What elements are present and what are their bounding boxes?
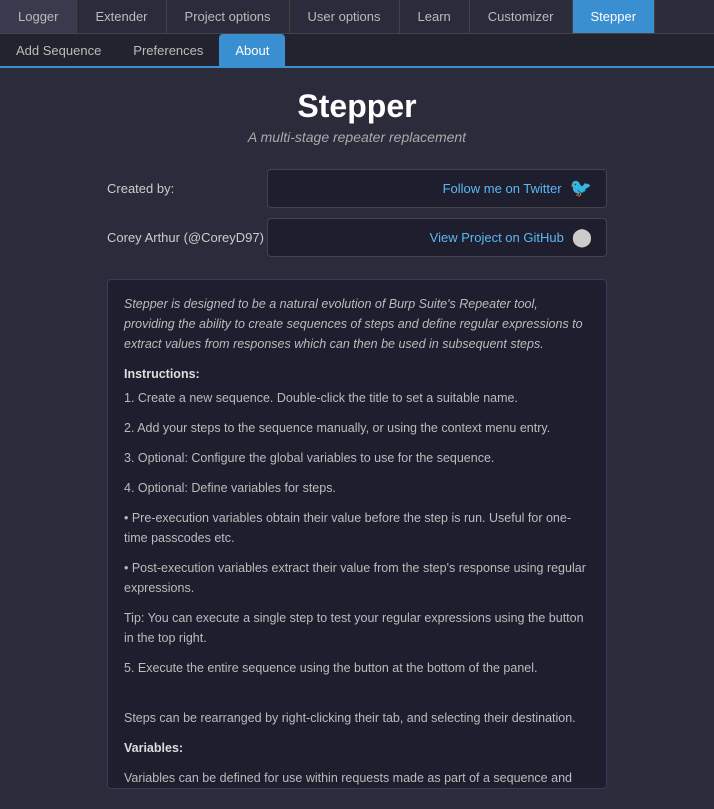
instructions-header: Instructions: bbox=[124, 364, 590, 384]
variables-header: Variables: bbox=[124, 741, 183, 755]
twitter-button-label: Follow me on Twitter bbox=[443, 181, 562, 196]
github-button[interactable]: View Project on GitHub ⬤ bbox=[267, 218, 607, 257]
nav-user-options[interactable]: User options bbox=[290, 0, 400, 33]
instruction-3: 3. Optional: Configure the global variab… bbox=[124, 448, 590, 468]
subnav-preferences[interactable]: Preferences bbox=[117, 34, 219, 66]
instruction-2: 2. Add your steps to the sequence manual… bbox=[124, 418, 590, 438]
nav-stepper[interactable]: Stepper bbox=[573, 0, 656, 33]
nav-learn[interactable]: Learn bbox=[400, 0, 470, 33]
sub-navigation: Add Sequence Preferences About bbox=[0, 34, 714, 68]
nav-project-options[interactable]: Project options bbox=[167, 0, 290, 33]
github-icon: ⬤ bbox=[572, 227, 592, 248]
app-subtitle: A multi-stage repeater replacement bbox=[248, 129, 466, 145]
instruction-tip: Tip: You can execute a single step to te… bbox=[124, 608, 590, 648]
created-by-row: Created by: Follow me on Twitter 🐦 bbox=[107, 169, 607, 208]
author-row: Corey Arthur (@CoreyD97) View Project on… bbox=[107, 218, 607, 257]
subnav-add-sequence[interactable]: Add Sequence bbox=[0, 34, 117, 66]
instruction-4b: • Post-execution variables extract their… bbox=[124, 558, 590, 598]
description-box[interactable]: Stepper is designed to be a natural evol… bbox=[107, 279, 607, 789]
twitter-button[interactable]: Follow me on Twitter 🐦 bbox=[267, 169, 607, 208]
main-content: Stepper A multi-stage repeater replaceme… bbox=[0, 68, 714, 809]
app-title: Stepper bbox=[297, 88, 416, 125]
github-button-label: View Project on GitHub bbox=[430, 230, 564, 245]
intro-text: Stepper is designed to be a natural evol… bbox=[124, 294, 590, 354]
instruction-4a: • Pre-execution variables obtain their v… bbox=[124, 508, 590, 548]
author-name: Corey Arthur (@CoreyD97) bbox=[107, 230, 267, 245]
subnav-about[interactable]: About bbox=[219, 34, 285, 66]
created-by-label: Created by: bbox=[107, 181, 267, 196]
instruction-5: 5. Execute the entire sequence using the… bbox=[124, 658, 590, 678]
twitter-icon: 🐦 bbox=[570, 178, 592, 199]
rearrange-text: Steps can be rearranged by right-clickin… bbox=[124, 708, 590, 728]
instruction-1: 1. Create a new sequence. Double-click t… bbox=[124, 388, 590, 408]
instruction-4: 4. Optional: Define variables for steps. bbox=[124, 478, 590, 498]
top-navigation: Logger Extender Project options User opt… bbox=[0, 0, 714, 34]
nav-logger[interactable]: Logger bbox=[0, 0, 77, 33]
variables-text: Variables can be defined for use within … bbox=[124, 768, 590, 789]
nav-customizer[interactable]: Customizer bbox=[470, 0, 573, 33]
nav-extender[interactable]: Extender bbox=[77, 0, 166, 33]
